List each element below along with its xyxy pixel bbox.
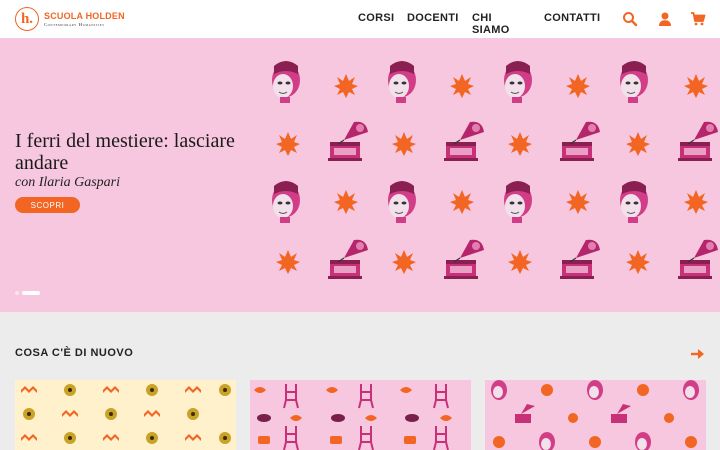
search-icon[interactable] <box>622 11 638 27</box>
section-title: COSA C'È DI NUOVO <box>15 347 134 359</box>
nav-item-docenti[interactable]: DOCENTI <box>407 12 459 24</box>
slider-dot-active[interactable] <box>22 291 40 295</box>
card-illustration <box>491 380 699 450</box>
discover-button[interactable]: SCOPRI <box>15 197 80 213</box>
slider-dot[interactable] <box>15 291 19 295</box>
logo-mark: h. <box>15 7 39 31</box>
hero-subtitle: con Ilaria Gaspari <box>15 175 120 190</box>
site-header: h. SCUOLA HOLDEN Contemporary Humanities… <box>0 0 720 38</box>
nav-item-contatti[interactable]: CONTATTI <box>544 12 600 24</box>
nav-item-corsi[interactable]: CORSI <box>358 12 394 24</box>
hero-pattern-illustration <box>271 60 719 280</box>
hero-title: I ferri del mestiere: lasciare andare <box>15 130 235 174</box>
logo[interactable]: h. SCUOLA HOLDEN Contemporary Humanities <box>15 7 125 31</box>
card-illustration <box>21 384 231 444</box>
user-icon[interactable] <box>657 11 673 27</box>
cart-icon[interactable] <box>690 11 706 27</box>
slider-dots <box>15 291 40 295</box>
news-card[interactable] <box>250 380 471 450</box>
hero-banner: I ferri del mestiere: lasciare andare co… <box>0 38 720 312</box>
news-card[interactable] <box>485 380 706 450</box>
card-illustration <box>254 384 452 450</box>
news-card[interactable] <box>15 380 236 450</box>
logo-name: SCUOLA HOLDEN <box>44 10 125 21</box>
logo-tagline: Contemporary Humanities <box>44 21 105 27</box>
arrow-right-icon[interactable] <box>690 347 704 359</box>
nav-item-chi-siamo[interactable]: CHI SIAMO <box>472 12 510 36</box>
